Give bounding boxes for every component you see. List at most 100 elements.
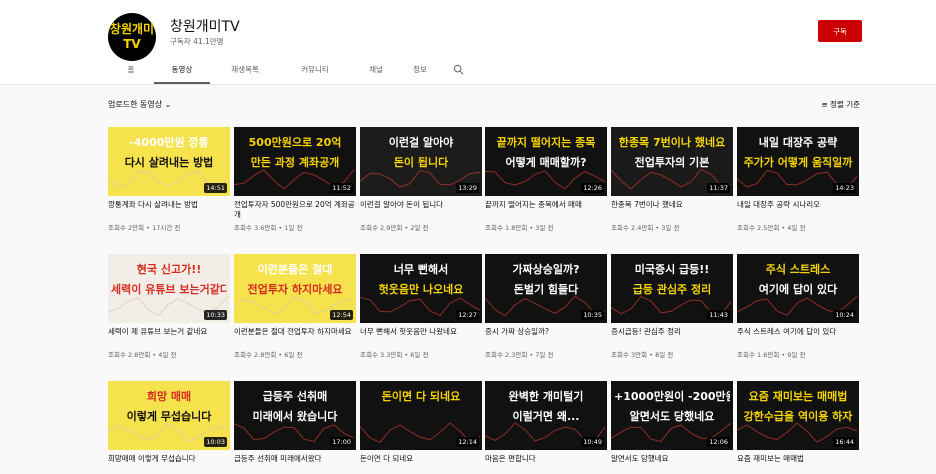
video-card[interactable]: 이런걸 알아야 돈이 됩니다 13:29 이런걸 알아야 돈이 됩니다조회수 2.9만… — [360, 127, 482, 232]
thumbnail-text-line2: 만든 과정 계좌공개 — [250, 156, 340, 169]
video-card[interactable]: 내일 대장주 공략 주가가 어떻게 움직일까 14:23 내일 대장주 공략 시나리오… — [737, 127, 859, 232]
video-card[interactable]: 현국 신고가!! 세력이 유튜브 보는거같다 10:33 세력이 제 유튜브 보는거 … — [108, 254, 230, 359]
thumbnail-text-line1: -4000만원 깡통 — [129, 136, 209, 149]
video-thumbnail[interactable]: 너무 뻔해서 헛웃음만 나오네요 12:27 — [360, 254, 482, 323]
video-duration: 11:43 — [707, 310, 730, 320]
video-duration: 10:35 — [581, 310, 604, 320]
thumbnail-text-line2: 미래에서 왔습니다 — [252, 410, 338, 423]
video-card[interactable]: 급등주 선취매 미래에서 왔습니다 17:00 급등주 선취매 미래에서왔다 — [234, 381, 356, 474]
video-thumbnail[interactable]: 끝까지 떨어지는 종목어떻게 매매할까? 12:26 — [485, 127, 607, 196]
video-thumbnail[interactable]: +1000만원이 -200만원 알면서도 당했네요 12:06 — [611, 381, 733, 450]
video-meta: 조회수 3.6만회 • 1일 전 — [234, 224, 303, 232]
video-title[interactable]: 주식 스트레스 여기에 답이 있다 — [737, 327, 859, 347]
video-thumbnail[interactable]: 급등주 선취매 미래에서 왔습니다 17:00 — [234, 381, 356, 450]
video-thumbnail[interactable]: 미국증시 급등!! 급등 관심주 정리 11:43 — [611, 254, 733, 323]
thumbnail-text-line1: 희망 매매 — [146, 390, 192, 403]
video-duration: 17:00 — [330, 437, 353, 447]
video-thumbnail[interactable]: 한종목 7번이나 했네요 전업투자의 기본 11:37 — [611, 127, 733, 196]
thumbnail-text-line2: 다시 살려내는 방법 — [124, 156, 214, 169]
video-card[interactable]: 500만원으로 20억 만든 과정 계좌공개 11:52 전업투자자 500만원으로 … — [234, 127, 356, 232]
tab-5[interactable]: 정보 — [402, 60, 438, 84]
video-thumbnail[interactable]: 희망 매매 이렇게 무섭습니다 10:03 — [108, 381, 230, 450]
tab-1[interactable]: 동영상 — [154, 60, 210, 84]
video-card[interactable]: 돈이면 다 되네요 12:14 돈이면 다 되네요 — [360, 381, 482, 474]
video-card[interactable]: 희망 매매 이렇게 무섭습니다 10:03 희망매매 이렇게 무섭습니다 — [108, 381, 230, 474]
video-thumbnail[interactable]: 가짜상승일까? 돈벌기 힘들다 10:35 — [485, 254, 607, 323]
video-card[interactable]: +1000만원이 -200만원 알면서도 당했네요 12:06 알면서도 당했네요 — [611, 381, 733, 474]
video-title[interactable]: 알면서도 당했네요 — [611, 454, 733, 474]
video-meta: 조회수 1.8만회 • 3일 전 — [485, 224, 554, 232]
video-thumbnail[interactable]: 주식 스트레스 여기에 답이 있다 10:24 — [737, 254, 859, 323]
thumbnail-text-line2: 전업투자 하지마세요 — [247, 283, 343, 296]
video-thumbnail[interactable]: 500만원으로 20억 만든 과정 계좌공개 11:52 — [234, 127, 356, 196]
tab-0[interactable]: 홈 — [108, 60, 154, 84]
uploads-label: 업로드한 동영상 — [108, 100, 163, 109]
subscribe-button[interactable]: 구독 — [818, 20, 862, 42]
video-card[interactable]: 너무 뻔해서 헛웃음만 나오네요 12:27 너무 뻔해서 헛웃음만 나왔네요 조회수 … — [360, 254, 482, 359]
thumbnail-text-line1: 이런분들은 절대 — [257, 263, 333, 276]
channel-avatar[interactable]: 창원개미 TV — [108, 13, 156, 61]
thumbnail-text-line1: 500만원으로 20억 — [248, 136, 342, 149]
video-duration: 12:54 — [330, 310, 353, 320]
video-card[interactable]: 주식 스트레스 여기에 답이 있다 10:24 주식 스트레스 여기에 답이 있다 조회… — [737, 254, 859, 359]
video-card[interactable]: 끝까지 떨어지는 종목어떻게 매매할까? 12:26 끝까지 떨어지는 종목에서 매… — [485, 127, 607, 232]
sort-label: 정렬 기준 — [830, 100, 860, 109]
video-title[interactable]: 급등주 선취매 미래에서왔다 — [234, 454, 356, 474]
video-meta: 조회수 2.8만회 • 6일 전 — [234, 351, 303, 359]
thumbnail-text-line2: 헛웃음만 나오네요 — [378, 283, 464, 296]
video-title[interactable]: 이런분들은 절대 전업투자 하지마세요 — [234, 327, 356, 347]
video-thumbnail[interactable]: -4000만원 깡통 다시 살려내는 방법 14:51 — [108, 127, 230, 196]
video-card[interactable]: 미국증시 급등!! 급등 관심주 정리 11:43 증시급등! 관심주 정리 조회수 3… — [611, 254, 733, 359]
video-card[interactable]: 이런분들은 절대 전업투자 하지마세요 12:54 이런분들은 절대 전업투자 하지마… — [234, 254, 356, 359]
video-title[interactable]: 끝까지 떨어지는 종목에서 매매 — [485, 200, 607, 220]
avatar-text-line1: 창원개미 — [109, 22, 155, 36]
thumbnail-text-line2: 어떻게 매매할까? — [505, 156, 587, 169]
video-duration: 12:26 — [581, 183, 604, 193]
video-title[interactable]: 전업투자자 500만원으로 20억 계좌공개 — [234, 200, 356, 220]
thumbnail-text-line1: 끝까지 떨어지는 종목 — [496, 136, 596, 149]
search-icon[interactable] — [438, 60, 478, 84]
video-duration: 13:29 — [456, 183, 479, 193]
video-title[interactable]: 마음은 편합니다 — [485, 454, 607, 474]
video-duration: 11:37 — [707, 183, 730, 193]
video-card[interactable]: 가짜상승일까? 돈벌기 힘들다 10:35 증시 가짜 상승일까? 조회수 2.3만회 … — [485, 254, 607, 359]
video-duration: 12:06 — [707, 437, 730, 447]
uploads-dropdown[interactable]: 업로드한 동영상 ⌄ — [108, 99, 171, 110]
video-duration: 10:33 — [204, 310, 227, 320]
video-thumbnail[interactable]: 현국 신고가!! 세력이 유튜브 보는거같다 10:33 — [108, 254, 230, 323]
video-title[interactable]: 증시급등! 관심주 정리 — [611, 327, 733, 347]
video-card[interactable]: 완벽한 개미털기 이럴거면 왜... 10:49 마음은 편합니다 — [485, 381, 607, 474]
video-title[interactable]: 세력이 제 유튜브 보는거 같네요 — [108, 327, 230, 347]
video-title[interactable]: 증시 가짜 상승일까? — [485, 327, 607, 347]
chevron-down-icon: ⌄ — [164, 100, 172, 109]
video-thumbnail[interactable]: 이런분들은 절대전업투자 하지마세요 12:54 — [234, 254, 356, 323]
tab-3[interactable]: 커뮤니티 — [280, 60, 350, 84]
thumbnail-text-line2: 주가가 어떻게 움직일까 — [743, 156, 853, 169]
video-title[interactable]: 돈이면 다 되네요 — [360, 454, 482, 474]
thumbnail-text-line2: 이럴거면 왜... — [512, 410, 580, 423]
tab-2[interactable]: 재생목록 — [210, 60, 280, 84]
video-card[interactable]: 한종목 7번이나 했네요 전업투자의 기본 11:37 한종목 7번이나 했네요 조회수… — [611, 127, 733, 232]
video-card[interactable]: 요즘 재미보는 매매법 강한수급을 역이용 하자 16:44 요즘 재미보는 매매법 — [737, 381, 859, 474]
video-thumbnail[interactable]: 돈이면 다 되네요 12:14 — [360, 381, 482, 450]
thumbnail-text-line2: 이렇게 무섭습니다 — [126, 410, 212, 423]
video-title[interactable]: 한종목 7번이나 했네요 — [611, 200, 733, 220]
video-thumbnail[interactable]: 이런걸 알아야 돈이 됩니다 13:29 — [360, 127, 482, 196]
video-title[interactable]: 너무 뻔해서 헛웃음만 나왔네요 — [360, 327, 482, 347]
video-thumbnail[interactable]: 완벽한 개미털기 이럴거면 왜... 10:49 — [485, 381, 607, 450]
video-title[interactable]: 깡통계좌 다시 살려내는 방법 — [108, 200, 230, 220]
thumbnail-text-line1: 너무 뻔해서 — [393, 263, 449, 276]
thumbnail-text-line1: 가짜상승일까? — [512, 263, 580, 276]
thumbnail-text-line1: +1000만원이 -200만원 — [614, 390, 730, 403]
video-title[interactable]: 내일 대장주 공략 시나리오 — [737, 200, 859, 220]
video-title[interactable]: 요즘 재미보는 매매법 — [737, 454, 859, 474]
video-thumbnail[interactable]: 내일 대장주 공략 주가가 어떻게 움직일까 14:23 — [737, 127, 859, 196]
video-card[interactable]: -4000만원 깡통 다시 살려내는 방법 14:51 깡통계좌 다시 살려내는 방법… — [108, 127, 230, 232]
video-thumbnail[interactable]: 요즘 재미보는 매매법 강한수급을 역이용 하자 16:44 — [737, 381, 859, 450]
video-meta: 조회수 2.8만회 • 4일 전 — [108, 351, 177, 359]
sort-button[interactable]: ≡ 정렬 기준 — [821, 99, 860, 110]
video-title[interactable]: 이런걸 알아야 돈이 됩니다 — [360, 200, 482, 220]
tab-4[interactable]: 채널 — [350, 60, 402, 84]
video-meta: 조회수 2.9만회 • 2일 전 — [360, 224, 429, 232]
video-title[interactable]: 희망매매 이렇게 무섭습니다 — [108, 454, 230, 474]
